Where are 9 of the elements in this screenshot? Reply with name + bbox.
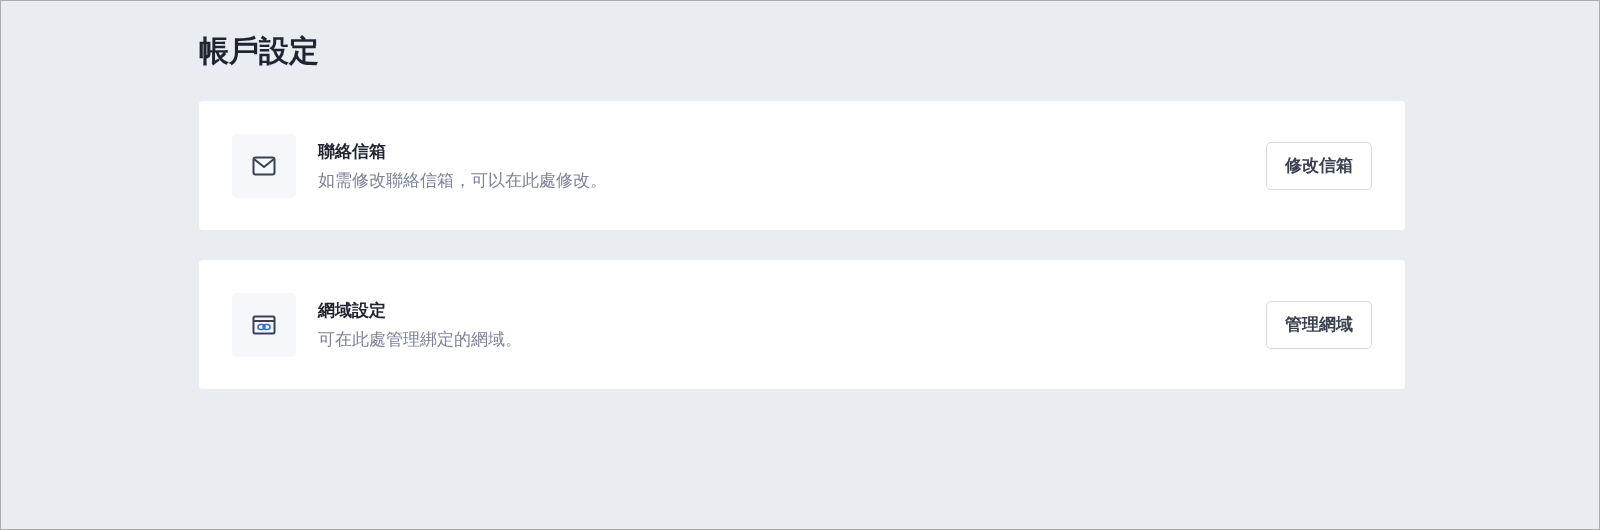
action-button[interactable]: 修改信箱 bbox=[1266, 141, 1372, 190]
link-window-icon bbox=[252, 314, 276, 335]
section-description: 如需修改聯絡信箱，可以在此處修改。 bbox=[318, 168, 608, 192]
envelope-icon bbox=[252, 155, 276, 176]
section-heading: 聯絡信箱 bbox=[318, 139, 387, 163]
action-button[interactable]: 管理網域 bbox=[1266, 300, 1372, 349]
page-title: 帳戶設定 bbox=[199, 32, 320, 70]
section-description: 可在此處管理綁定的網域。 bbox=[318, 327, 523, 351]
section-heading: 網域設定 bbox=[318, 298, 387, 322]
